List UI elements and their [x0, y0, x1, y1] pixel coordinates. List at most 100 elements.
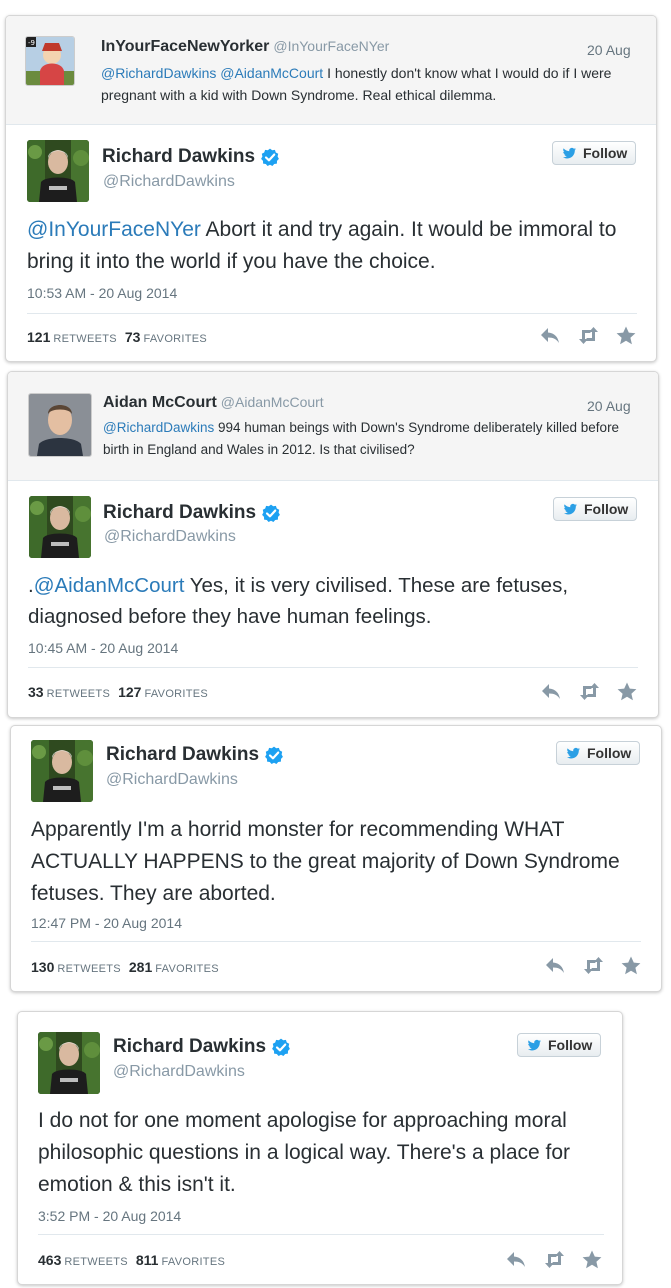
author-display-name[interactable]: Richard Dawkins	[106, 744, 259, 766]
avatar[interactable]	[28, 393, 92, 457]
tweet-card: Aidan McCourt @AidanMcCourt 20 Aug @Richa…	[7, 371, 659, 718]
retweet-icon[interactable]	[582, 955, 604, 975]
retweet-count[interactable]: 33	[28, 684, 44, 700]
tweet-timestamp[interactable]: 12:47 PM - 20 Aug 2014	[31, 915, 182, 931]
author-name[interactable]: Richard Dawkins	[102, 146, 280, 168]
author-handle[interactable]: @RichardDawkins	[106, 771, 238, 789]
tweet-timestamp[interactable]: 10:45 AM - 20 Aug 2014	[28, 640, 178, 656]
follow-button[interactable]: Follow	[556, 741, 641, 765]
avatar[interactable]	[25, 36, 75, 86]
follow-label: Follow	[587, 745, 632, 761]
retweet-count[interactable]: 463	[38, 1252, 61, 1268]
tweet-actions	[539, 325, 637, 345]
reply-icon[interactable]	[544, 955, 566, 975]
tweet-stats: 121 RETWEETS 73 FAVORITES	[27, 329, 215, 345]
mention-link[interactable]: @InYourFaceNYer	[27, 218, 201, 241]
mention-link[interactable]: @AidanMcCourt	[220, 65, 323, 81]
twitter-bird-icon	[528, 1039, 541, 1051]
author-handle[interactable]: @RichardDawkins	[104, 528, 236, 546]
follow-label: Follow	[584, 501, 629, 517]
verified-badge-icon	[261, 148, 280, 166]
tweet-actions	[505, 1249, 603, 1269]
tweet-stats: 463 RETWEETS 811 FAVORITES	[38, 1252, 233, 1268]
retweet-label[interactable]: RETWEETS	[64, 1256, 128, 1268]
author-name[interactable]: Richard Dawkins	[106, 744, 284, 766]
tweet-actions	[540, 681, 638, 701]
author-display-name[interactable]: Aidan McCourt	[103, 394, 217, 411]
retweet-label[interactable]: RETWEETS	[47, 688, 111, 700]
author-handle[interactable]: @RichardDawkins	[103, 173, 235, 191]
divider	[28, 667, 638, 668]
tweet-timestamp[interactable]: 10:53 AM - 20 Aug 2014	[27, 285, 177, 301]
follow-button[interactable]: Follow	[553, 497, 638, 521]
tweet-text: I do not for one moment apologise for ap…	[38, 1109, 571, 1196]
retweet-icon[interactable]	[577, 325, 599, 345]
favorite-label[interactable]: FAVORITES	[143, 333, 207, 345]
tweet-stats: 33 RETWEETS 127 FAVORITES	[28, 684, 216, 700]
favorite-count[interactable]: 811	[136, 1252, 159, 1268]
retweet-label[interactable]: RETWEETS	[53, 333, 117, 345]
in-reply-to-tweet[interactable]: Aidan McCourt @AidanMcCourt 20 Aug @Richa…	[8, 372, 658, 481]
tweet-card: Richard Dawkins @RichardDawkins Follow I…	[17, 1011, 623, 1285]
reply-icon[interactable]	[539, 325, 561, 345]
tweet-text: @RichardDawkins 994 human beings with Do…	[103, 417, 623, 461]
retweet-icon[interactable]	[578, 681, 600, 701]
avatar[interactable]	[31, 740, 93, 802]
tweet-text: Apparently I'm a horrid monster for reco…	[31, 818, 620, 905]
tweet-stats: 130 RETWEETS 281 FAVORITES	[31, 959, 227, 975]
follow-button[interactable]: Follow	[517, 1033, 602, 1057]
author-name[interactable]: Aidan McCourt @AidanMcCourt	[103, 394, 324, 412]
author-name[interactable]: Richard Dawkins	[103, 502, 281, 524]
tweet-text: .@AidanMcCourt Yes, it is very civilised…	[28, 570, 628, 632]
favorite-label[interactable]: FAVORITES	[161, 1256, 225, 1268]
tweet-card: Richard Dawkins @RichardDawkins Follow A…	[10, 725, 662, 992]
retweet-count[interactable]: 121	[27, 329, 50, 345]
mention-link[interactable]: @RichardDawkins	[101, 65, 216, 81]
follow-button[interactable]: Follow	[552, 141, 637, 165]
verified-badge-icon	[262, 504, 281, 522]
reply-icon[interactable]	[540, 681, 562, 701]
divider	[38, 1234, 604, 1235]
author-name[interactable]: Richard Dawkins	[113, 1036, 291, 1058]
retweet-count[interactable]: 130	[31, 959, 54, 975]
favorite-count[interactable]: 281	[129, 959, 152, 975]
favorite-star-icon[interactable]	[615, 325, 637, 345]
in-reply-to-tweet[interactable]: InYourFaceNewYorker @InYourFaceNYer 20 Au…	[6, 16, 656, 125]
twitter-bird-icon	[567, 747, 580, 759]
avatar[interactable]	[29, 496, 91, 558]
divider	[31, 941, 641, 942]
tweet-card: InYourFaceNewYorker @InYourFaceNYer 20 Au…	[5, 15, 657, 362]
mention-link[interactable]: @AidanMcCourt	[34, 574, 185, 597]
favorite-star-icon[interactable]	[620, 955, 642, 975]
author-display-name[interactable]: Richard Dawkins	[103, 502, 256, 524]
author-handle[interactable]: @RichardDawkins	[113, 1063, 245, 1081]
author-name[interactable]: InYourFaceNewYorker @InYourFaceNYer	[101, 38, 389, 56]
reply-icon[interactable]	[505, 1249, 527, 1269]
favorite-label[interactable]: FAVORITES	[144, 688, 208, 700]
favorite-star-icon[interactable]	[616, 681, 638, 701]
tweet-date[interactable]: 20 Aug	[587, 398, 631, 414]
retweet-label[interactable]: RETWEETS	[57, 963, 121, 975]
avatar[interactable]	[38, 1032, 100, 1094]
favorite-count[interactable]: 127	[118, 684, 141, 700]
tweet-text: @RichardDawkins @AidanMcCourt I honestly…	[101, 62, 621, 106]
tweet-actions	[544, 955, 642, 975]
favorite-star-icon[interactable]	[581, 1249, 603, 1269]
twitter-bird-icon	[564, 503, 577, 515]
author-display-name[interactable]: InYourFaceNewYorker	[101, 38, 269, 55]
favorite-count[interactable]: 73	[125, 329, 141, 345]
verified-badge-icon	[265, 746, 284, 764]
author-display-name[interactable]: Richard Dawkins	[102, 146, 255, 168]
divider	[27, 313, 637, 314]
verified-badge-icon	[272, 1038, 291, 1056]
mention-link[interactable]: @RichardDawkins	[103, 420, 214, 435]
author-handle[interactable]: @InYourFaceNYer	[273, 38, 389, 54]
avatar[interactable]	[27, 140, 89, 202]
favorite-label[interactable]: FAVORITES	[155, 963, 219, 975]
follow-label: Follow	[583, 145, 628, 161]
retweet-icon[interactable]	[543, 1249, 565, 1269]
author-handle[interactable]: @AidanMcCourt	[221, 394, 324, 410]
tweet-timestamp[interactable]: 3:52 PM - 20 Aug 2014	[38, 1208, 181, 1224]
tweet-date[interactable]: 20 Aug	[587, 42, 631, 58]
author-display-name[interactable]: Richard Dawkins	[113, 1036, 266, 1058]
